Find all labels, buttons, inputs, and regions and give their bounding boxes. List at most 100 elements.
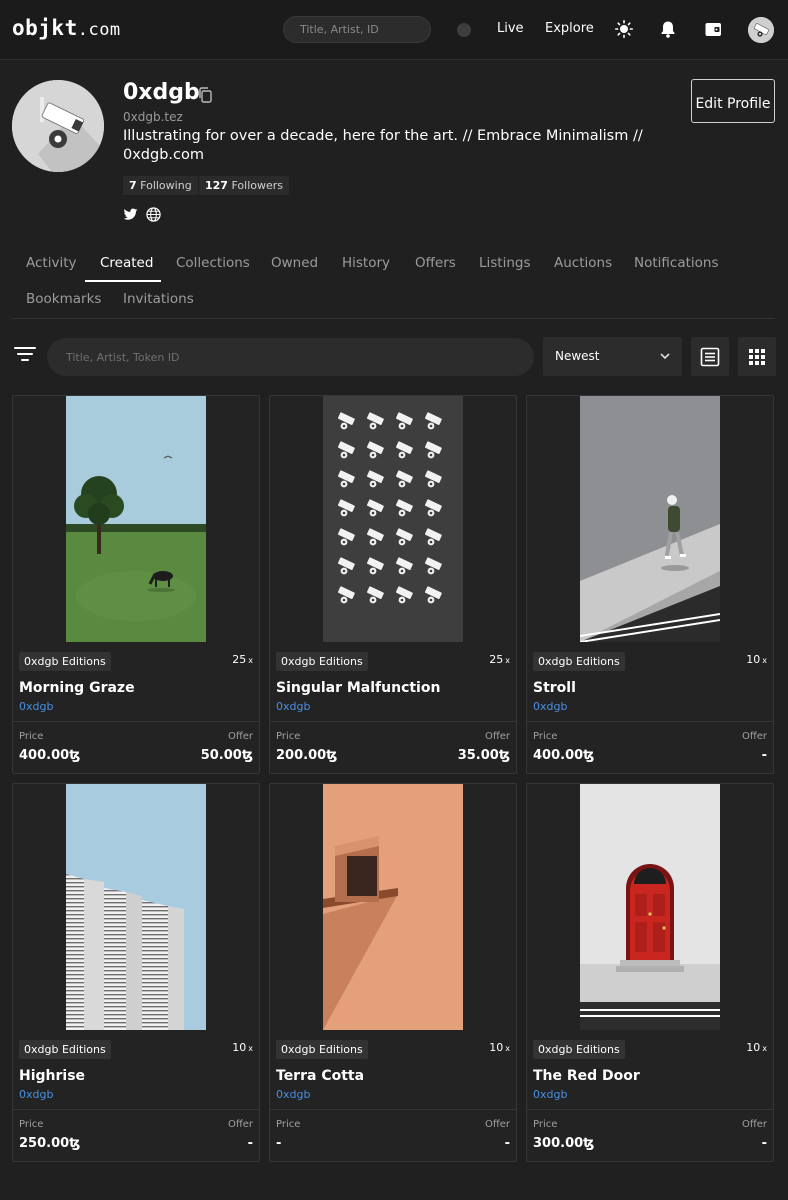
price-value: 400.00ꜩ [533, 748, 595, 763]
wallet-icon[interactable] [703, 19, 723, 39]
token-title[interactable]: Singular Malfunction [276, 680, 440, 696]
nav-live-link[interactable]: Live [497, 21, 524, 36]
artist-link[interactable]: 0xdgb [533, 1088, 567, 1101]
offer-label: Offer [484, 1119, 510, 1130]
tab-bookmarks[interactable]: Bookmarks [26, 291, 101, 307]
edition-count: 10 x [232, 1041, 253, 1054]
profile-tezos-handle: 0xdgb.tez [123, 110, 183, 124]
collection-badge[interactable]: 0xdgb Editions [276, 652, 368, 671]
tab-listings[interactable]: Listings [479, 255, 531, 271]
tab-collections[interactable]: Collections [176, 255, 250, 271]
artist-link[interactable]: 0xdgb [276, 700, 310, 713]
token-search-input[interactable] [47, 338, 534, 376]
offer-value: - [247, 1136, 253, 1151]
tab-auctions[interactable]: Auctions [554, 255, 612, 271]
profile-name: 0xdgb [123, 80, 200, 105]
edit-profile-button[interactable]: Edit Profile [691, 79, 775, 123]
price-value: 300.00ꜩ [533, 1136, 595, 1151]
sun-icon[interactable] [614, 19, 634, 39]
offer-value: 50.00ꜩ [200, 748, 253, 763]
price-value: 200.00ꜩ [276, 748, 338, 763]
token-title[interactable]: Highrise [19, 1068, 85, 1084]
price-value: 250.00ꜩ [19, 1136, 81, 1151]
copy-icon[interactable] [198, 87, 212, 103]
price-label: Price [533, 731, 558, 742]
token-card[interactable]: 0xdgb Editions 10 x The Red Door 0xdgb Pr… [526, 783, 774, 1162]
token-title[interactable]: Terra Cotta [276, 1068, 364, 1084]
collection-badge[interactable]: 0xdgb Editions [19, 652, 111, 671]
token-title[interactable]: Morning Graze [19, 680, 135, 696]
collection-badge[interactable]: 0xdgb Editions [533, 652, 625, 671]
tabs-divider [12, 318, 775, 319]
price-label: Price [533, 1119, 558, 1130]
edition-count: 10 x [489, 1041, 510, 1054]
globe-icon[interactable] [146, 207, 161, 222]
collection-badge[interactable]: 0xdgb Editions [276, 1040, 368, 1059]
price-label: Price [276, 731, 301, 742]
edition-count: 25 x [232, 653, 253, 666]
token-title[interactable]: Stroll [533, 680, 576, 696]
tab-invitations[interactable]: Invitations [123, 291, 194, 307]
active-tab-indicator [85, 280, 161, 282]
card-divider [13, 721, 259, 722]
artist-link[interactable]: 0xdgb [19, 700, 53, 713]
sort-select[interactable]: Newest [543, 337, 682, 376]
card-divider [527, 1109, 773, 1110]
sort-value: Newest [555, 349, 600, 363]
top-nav: objkt.com Live Explore [0, 0, 788, 60]
edition-count: 25 x [489, 653, 510, 666]
followers-count[interactable]: 127 Followers [199, 176, 289, 195]
following-count[interactable]: 7 Following [123, 176, 198, 195]
price-label: Price [276, 1119, 301, 1130]
price-value: 400.00ꜩ [19, 748, 81, 763]
collection-badge[interactable]: 0xdgb Editions [19, 1040, 111, 1059]
token-image[interactable] [13, 784, 259, 1030]
token-card[interactable]: 0xdgb Editions 25 x Singular Malfunction … [269, 395, 517, 774]
token-card[interactable]: 0xdgb Editions 10 x Terra Cotta 0xdgb Pri… [269, 783, 517, 1162]
profile-avatar [12, 80, 104, 172]
token-image[interactable] [270, 396, 516, 642]
bell-icon[interactable] [658, 19, 678, 39]
artist-link[interactable]: 0xdgb [19, 1088, 53, 1101]
nav-explore-link[interactable]: Explore [545, 21, 594, 36]
token-title[interactable]: The Red Door [533, 1068, 640, 1084]
offer-value: - [504, 1136, 510, 1151]
twitter-icon[interactable] [123, 207, 138, 222]
card-divider [270, 1109, 516, 1110]
token-image[interactable] [270, 784, 516, 1030]
grid-view-icon [749, 348, 765, 365]
token-card[interactable]: 0xdgb Editions 10 x Stroll 0xdgb Price Of… [526, 395, 774, 774]
filter-icon[interactable] [14, 346, 36, 362]
tab-created[interactable]: Created [100, 255, 153, 271]
token-card[interactable]: 0xdgb Editions 10 x Highrise 0xdgb Price … [12, 783, 260, 1162]
global-search-input[interactable] [283, 16, 431, 43]
tab-owned[interactable]: Owned [271, 255, 318, 271]
offer-value: - [761, 1136, 767, 1151]
artist-link[interactable]: 0xdgb [533, 700, 567, 713]
collection-badge[interactable]: 0xdgb Editions [533, 1040, 625, 1059]
user-avatar[interactable] [748, 17, 774, 43]
chevron-down-icon [659, 350, 671, 362]
card-divider [13, 1109, 259, 1110]
offer-label: Offer [227, 1119, 253, 1130]
offer-value: 35.00ꜩ [457, 748, 510, 763]
tab-notifications[interactable]: Notifications [634, 255, 719, 271]
token-image[interactable] [13, 396, 259, 642]
tab-history[interactable]: History [342, 255, 390, 271]
grid-view-button[interactable] [738, 337, 776, 376]
tab-activity[interactable]: Activity [26, 255, 77, 271]
tab-offers[interactable]: Offers [415, 255, 456, 271]
profile-bio: Illustrating for over a decade, here for… [123, 128, 643, 163]
live-indicator-icon [457, 23, 471, 37]
offer-label: Offer [484, 731, 510, 742]
offer-label: Offer [227, 731, 253, 742]
token-image[interactable] [527, 396, 773, 642]
token-image[interactable] [527, 784, 773, 1030]
edition-count: 10 x [746, 653, 767, 666]
price-value: - [276, 1136, 282, 1151]
list-view-button[interactable] [691, 337, 729, 376]
objkt-logo[interactable]: objkt.com [12, 16, 121, 40]
token-card[interactable]: 0xdgb Editions 25 x Morning Graze 0xdgb P… [12, 395, 260, 774]
artist-link[interactable]: 0xdgb [276, 1088, 310, 1101]
card-divider [270, 721, 516, 722]
